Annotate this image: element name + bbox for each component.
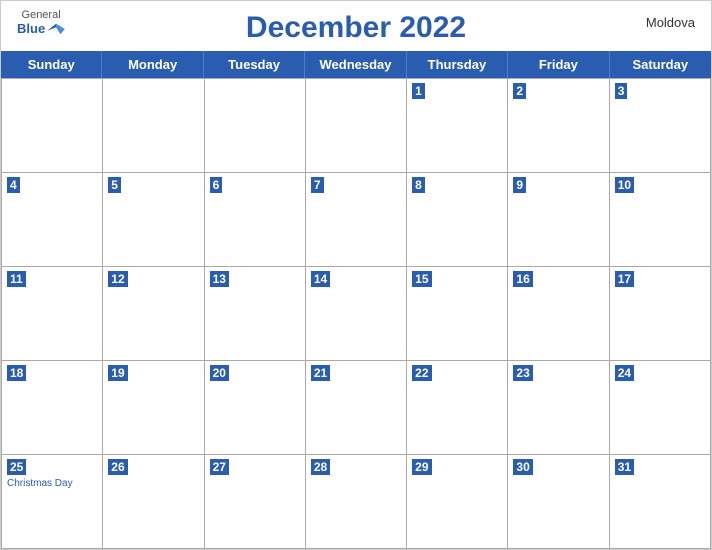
day-cell: 17 bbox=[610, 267, 711, 361]
day-number: 10 bbox=[615, 177, 634, 193]
day-cell: 24 bbox=[610, 361, 711, 455]
calendar-container: General Blue December 2022 Moldova Sunda… bbox=[0, 0, 712, 550]
day-number: 29 bbox=[412, 459, 431, 475]
day-number: 26 bbox=[108, 459, 127, 475]
day-cell bbox=[103, 79, 204, 173]
country-label: Moldova bbox=[646, 15, 695, 30]
logo-bird-icon bbox=[47, 22, 65, 36]
day-number: 20 bbox=[210, 365, 229, 381]
day-number: 17 bbox=[615, 271, 634, 287]
day-cell: 25 Christmas Day bbox=[2, 455, 103, 549]
day-cell: 16 bbox=[508, 267, 609, 361]
day-cell: 23 bbox=[508, 361, 609, 455]
day-cell bbox=[306, 79, 407, 173]
day-number: 16 bbox=[513, 271, 532, 287]
day-cell: 8 bbox=[407, 173, 508, 267]
day-friday: Friday bbox=[508, 51, 609, 78]
day-number: 2 bbox=[513, 83, 526, 99]
day-cell: 29 bbox=[407, 455, 508, 549]
day-cell: 22 bbox=[407, 361, 508, 455]
day-number: 7 bbox=[311, 177, 324, 193]
calendar-title: December 2022 bbox=[246, 11, 466, 45]
day-number: 18 bbox=[7, 365, 26, 381]
day-number: 13 bbox=[210, 271, 229, 287]
day-cell bbox=[2, 79, 103, 173]
day-sunday: Sunday bbox=[1, 51, 102, 78]
day-cell: 2 bbox=[508, 79, 609, 173]
day-cell: 11 bbox=[2, 267, 103, 361]
day-cell: 27 bbox=[205, 455, 306, 549]
day-number: 14 bbox=[311, 271, 330, 287]
day-number: 22 bbox=[412, 365, 431, 381]
day-number: 28 bbox=[311, 459, 330, 475]
day-number: 8 bbox=[412, 177, 425, 193]
day-cell: 3 bbox=[610, 79, 711, 173]
day-cell: 9 bbox=[508, 173, 609, 267]
logo-general-text: General bbox=[22, 9, 61, 21]
day-cell: 12 bbox=[103, 267, 204, 361]
day-number: 3 bbox=[615, 83, 628, 99]
day-number: 6 bbox=[210, 177, 223, 193]
day-cell: 1 bbox=[407, 79, 508, 173]
day-thursday: Thursday bbox=[407, 51, 508, 78]
day-cell: 28 bbox=[306, 455, 407, 549]
day-number: 11 bbox=[7, 271, 26, 287]
day-saturday: Saturday bbox=[610, 51, 711, 78]
day-number: 12 bbox=[108, 271, 127, 287]
day-cell: 31 bbox=[610, 455, 711, 549]
day-event: Christmas Day bbox=[7, 478, 97, 489]
day-number: 1 bbox=[412, 83, 425, 99]
day-cell: 13 bbox=[205, 267, 306, 361]
calendar-header: General Blue December 2022 Moldova bbox=[1, 1, 711, 51]
day-cell: 21 bbox=[306, 361, 407, 455]
day-cell bbox=[205, 79, 306, 173]
days-header: Sunday Monday Tuesday Wednesday Thursday… bbox=[1, 51, 711, 78]
day-number: 15 bbox=[412, 271, 431, 287]
day-number: 4 bbox=[7, 177, 20, 193]
day-cell: 15 bbox=[407, 267, 508, 361]
calendar-grid: 1234567891011121314151617181920212223242… bbox=[1, 78, 711, 549]
day-number: 31 bbox=[615, 459, 634, 475]
day-cell: 14 bbox=[306, 267, 407, 361]
day-number: 23 bbox=[513, 365, 532, 381]
day-cell: 7 bbox=[306, 173, 407, 267]
day-number: 21 bbox=[311, 365, 330, 381]
day-cell: 20 bbox=[205, 361, 306, 455]
day-cell: 5 bbox=[103, 173, 204, 267]
day-number: 27 bbox=[210, 459, 229, 475]
day-tuesday: Tuesday bbox=[204, 51, 305, 78]
day-number: 19 bbox=[108, 365, 127, 381]
day-wednesday: Wednesday bbox=[305, 51, 406, 78]
logo-blue-text: Blue bbox=[17, 21, 65, 36]
day-number: 24 bbox=[615, 365, 634, 381]
day-cell: 30 bbox=[508, 455, 609, 549]
day-number: 9 bbox=[513, 177, 526, 193]
day-cell: 26 bbox=[103, 455, 204, 549]
day-cell: 10 bbox=[610, 173, 711, 267]
day-cell: 19 bbox=[103, 361, 204, 455]
day-number: 5 bbox=[108, 177, 121, 193]
day-number: 30 bbox=[513, 459, 532, 475]
day-monday: Monday bbox=[102, 51, 203, 78]
day-cell: 4 bbox=[2, 173, 103, 267]
day-cell: 6 bbox=[205, 173, 306, 267]
day-cell: 18 bbox=[2, 361, 103, 455]
day-number: 25 bbox=[7, 459, 26, 475]
logo: General Blue bbox=[17, 9, 65, 36]
